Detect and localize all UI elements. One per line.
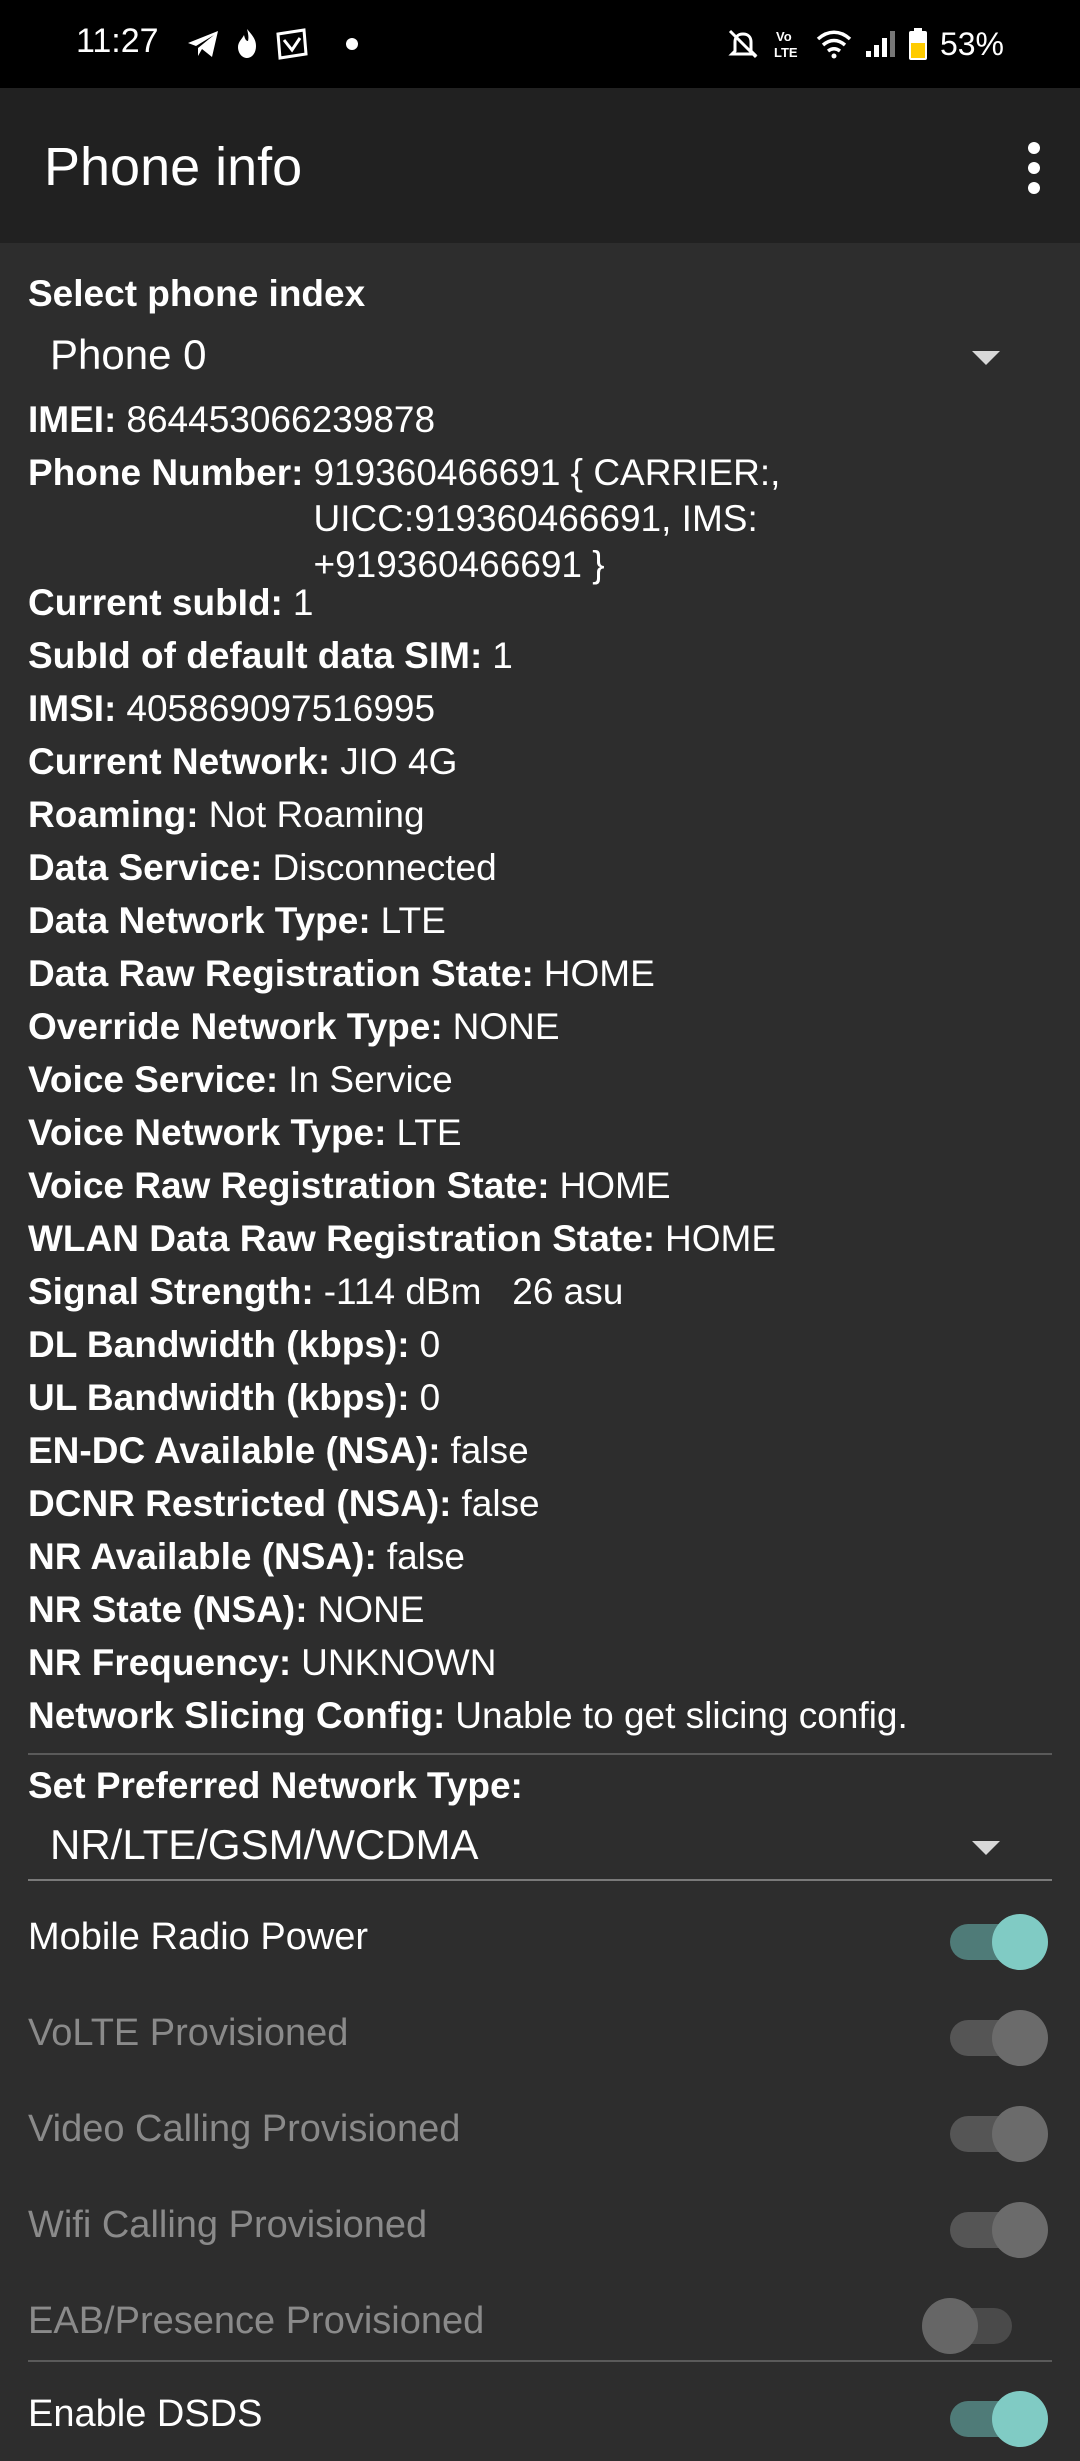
mobile-radio-power-switch[interactable] [950,1914,1048,1970]
info-row-phone-number: Phone Number: 919360466691 { CARRIER:, UI… [28,452,781,585]
info-row-data-service: Data Service: Disconnected [28,847,497,888]
page-title: Phone info [44,137,303,197]
info-row-imei: IMEI: 864453066239878 [28,399,436,440]
info-row-roaming: Roaming: Not Roaming [28,794,425,835]
info-row-voice-network-type: Voice Network Type: LTE [28,1112,462,1153]
phone-index-value: Phone 0 [50,331,207,378]
notification-icons [186,22,364,66]
toggle-row-video-calling-provisioned[interactable]: Video Calling Provisioned [28,2086,1052,2176]
phone-index-dropdown[interactable]: Phone 0 [28,321,1052,391]
divider [28,1753,1052,1755]
info-row-override-network-type: Override Network Type: NONE [28,1006,560,1047]
overflow-dot [1028,182,1040,194]
wallet-icon [276,28,308,60]
phone-index-label: Select phone index [28,273,366,314]
enable-dsds-switch[interactable] [950,2391,1048,2447]
toggle-label: Enable DSDS [28,2393,263,2435]
info-row-dcnr-restricted: DCNR Restricted (NSA): false [28,1483,540,1524]
wifi-calling-provisioned-switch[interactable] [950,2202,1048,2258]
info-row-data-network-type: Data Network Type: LTE [28,900,446,941]
volte-icon: Vo LTE [774,29,798,60]
toggle-label: Video Calling Provisioned [28,2108,461,2150]
preferred-network-value: NR/LTE/GSM/WCDMA [50,1821,479,1868]
info-list: IMEI: 864453066239878 Phone Number: 919360… [28,393,1052,1742]
info-row-default-data-subid: SubId of default data SIM: 1 [28,635,513,676]
battery-percent: 53% [939,25,1004,62]
toggle-row-enable-dsds[interactable]: Enable DSDS [28,2371,1052,2461]
info-row-endc-available: EN-DC Available (NSA): false [28,1430,529,1471]
toggle-label: Wifi Calling Provisioned [28,2204,428,2246]
preferred-network-dropdown[interactable]: NR/LTE/GSM/WCDMA [28,1811,1052,1881]
info-row-nr-available: NR Available (NSA): false [28,1536,465,1577]
overflow-dot [1028,162,1040,174]
info-row-signal-strength: Signal Strength: -114 dBm 26 asu [28,1271,624,1312]
system-icons: Vo LTE 53% [726,22,1004,66]
info-row-voice-raw-registration: Voice Raw Registration State: HOME [28,1165,671,1206]
info-row-voice-service: Voice Service: In Service [28,1059,453,1100]
svg-text:LTE: LTE [774,45,798,60]
dot-icon [346,38,358,50]
mute-icon [728,29,758,59]
toggle-label: VoLTE Provisioned [28,2012,349,2054]
wifi-icon [816,30,852,59]
app-bar: Phone info [0,88,1080,243]
status-time: 11:27 [76,22,159,60]
divider [28,2360,1052,2362]
info-row-network-slicing: Network Slicing Config: Unable to get sli… [28,1695,908,1736]
eab-presence-provisioned-switch[interactable] [922,2298,1026,2354]
info-row-nr-state: NR State (NSA): NONE [28,1589,425,1630]
svg-text:Vo: Vo [776,29,792,44]
info-row-nr-frequency: NR Frequency: UNKNOWN [28,1642,497,1683]
info-row-ul-bandwidth: UL Bandwidth (kbps): 0 [28,1377,441,1418]
toggle-row-eab-presence-provisioned[interactable]: EAB/Presence Provisioned [28,2278,1052,2368]
toggle-row-volte-provisioned[interactable]: VoLTE Provisioned [28,1990,1052,2080]
info-row-imsi: IMSI: 405869097516995 [28,688,436,729]
flame-icon [238,29,256,58]
signal-icon [865,31,895,57]
overflow-dot [1028,142,1040,154]
dropdown-arrow-icon [972,351,1000,365]
video-calling-provisioned-switch[interactable] [950,2106,1048,2162]
volte-provisioned-switch[interactable] [950,2010,1048,2066]
toggle-label: EAB/Presence Provisioned [28,2300,485,2342]
toggle-row-mobile-radio-power[interactable]: Mobile Radio Power [28,1894,1052,1984]
dropdown-arrow-icon [972,1841,1000,1855]
toggle-row-wifi-calling-provisioned[interactable]: Wifi Calling Provisioned [28,2182,1052,2272]
battery-icon [908,28,927,60]
more-options-icon[interactable] [1010,138,1058,198]
status-bar: 11:27 Vo LTE 53% [0,0,1080,88]
toggle-label: Mobile Radio Power [28,1916,369,1958]
info-row-dl-bandwidth: DL Bandwidth (kbps): 0 [28,1324,441,1365]
telegram-icon [188,31,218,57]
info-row-data-raw-registration: Data Raw Registration State: HOME [28,953,655,994]
info-row-current-network: Current Network: JIO 4G [28,741,458,782]
preferred-network-label: Set Preferred Network Type: [28,1765,523,1806]
info-row-wlan-raw-registration: WLAN Data Raw Registration State: HOME [28,1218,777,1259]
